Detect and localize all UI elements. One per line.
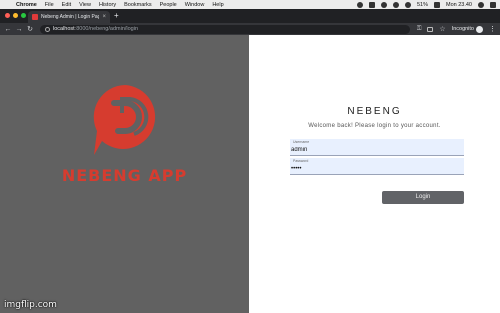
bookmark-star-icon[interactable]: ☆	[439, 25, 445, 33]
fullscreen-window-icon[interactable]	[21, 13, 26, 18]
brand-name: NEBENG APP	[61, 166, 188, 185]
close-window-icon[interactable]	[5, 13, 10, 18]
window-controls	[5, 13, 26, 18]
site-info-icon[interactable]	[45, 26, 50, 32]
password-label: Password	[293, 159, 309, 163]
menu-file[interactable]: File	[45, 2, 54, 8]
menu-view[interactable]: View	[79, 2, 91, 8]
incognito-icon	[476, 25, 483, 33]
status-app-icon-2[interactable]	[368, 1, 375, 8]
apple-icon[interactable]	[4, 2, 10, 8]
tab-title: Nebeng Admin | Login Page	[41, 14, 100, 20]
clock[interactable]: Mon 23.40	[446, 2, 472, 8]
toolbar-right-actions: ⚿ ☆ Incognito ⋮	[417, 25, 496, 33]
brand-panel: NEBENG APP imgflip.com	[0, 35, 249, 313]
minimize-window-icon[interactable]	[13, 13, 18, 18]
wifi-icon[interactable]	[392, 1, 399, 8]
url-path: :8000/nebeng/admin/login	[74, 26, 139, 32]
menu-help[interactable]: Help	[212, 2, 223, 8]
profile-menu[interactable]: Incognito	[451, 25, 483, 33]
browser-tab-active[interactable]: Nebeng Admin | Login Page ×	[28, 11, 110, 23]
menu-bookmarks[interactable]: Bookmarks	[124, 2, 152, 8]
install-app-icon[interactable]	[427, 26, 434, 32]
menu-edit[interactable]: Edit	[62, 2, 71, 8]
imgflip-watermark: imgflip.com	[4, 300, 57, 310]
username-field[interactable]: Username	[290, 139, 464, 156]
notification-center-icon[interactable]	[490, 1, 496, 8]
login-title: NEBENG	[347, 106, 402, 117]
login-panel: NEBENG Welcome back! Please login to you…	[249, 35, 500, 313]
address-bar[interactable]: localhost:8000/nebeng/admin/login	[40, 24, 410, 34]
favicon-icon	[32, 14, 38, 20]
macos-menu-bar: Chrome File Edit View History Bookmarks …	[0, 0, 500, 9]
menu-window[interactable]: Window	[185, 2, 205, 8]
more-menu-icon[interactable]: ⋮	[489, 25, 496, 33]
close-tab-icon[interactable]: ×	[102, 14, 106, 20]
password-field[interactable]: Password	[290, 158, 464, 175]
username-label: Username	[293, 140, 310, 144]
url-host: localhost	[53, 26, 75, 32]
key-icon[interactable]: ⚿	[417, 26, 422, 33]
back-icon[interactable]: ←	[4, 26, 12, 33]
page-content: NEBENG APP imgflip.com NEBENG Welcome ba…	[0, 35, 500, 313]
reload-icon[interactable]: ↻	[26, 25, 34, 33]
forward-icon[interactable]: →	[15, 26, 23, 33]
battery-icon[interactable]	[434, 1, 440, 8]
new-tab-button[interactable]: +	[114, 12, 119, 20]
password-input[interactable]	[290, 164, 460, 174]
browser-toolbar: ← → ↻ localhost:8000/nebeng/admin/login …	[0, 23, 500, 35]
nebeng-logo-icon	[93, 85, 156, 155]
menu-people[interactable]: People	[160, 2, 177, 8]
menu-app-name[interactable]: Chrome	[16, 2, 37, 8]
menu-history[interactable]: History	[99, 2, 116, 8]
incognito-label: Incognito	[451, 26, 474, 32]
welcome-text: Welcome back! Please login to your accou…	[308, 123, 441, 129]
status-app-icon[interactable]	[356, 1, 363, 8]
bluetooth-icon[interactable]	[380, 1, 387, 8]
search-icon[interactable]	[478, 1, 484, 8]
battery-percent[interactable]: 51%	[417, 2, 428, 8]
username-input[interactable]	[290, 145, 460, 155]
login-button[interactable]: Login	[382, 191, 464, 204]
volume-icon[interactable]	[404, 1, 411, 8]
browser-tab-strip: Nebeng Admin | Login Page × +	[0, 9, 500, 23]
menubar-status-area: 51% Mon 23.40	[356, 1, 496, 8]
